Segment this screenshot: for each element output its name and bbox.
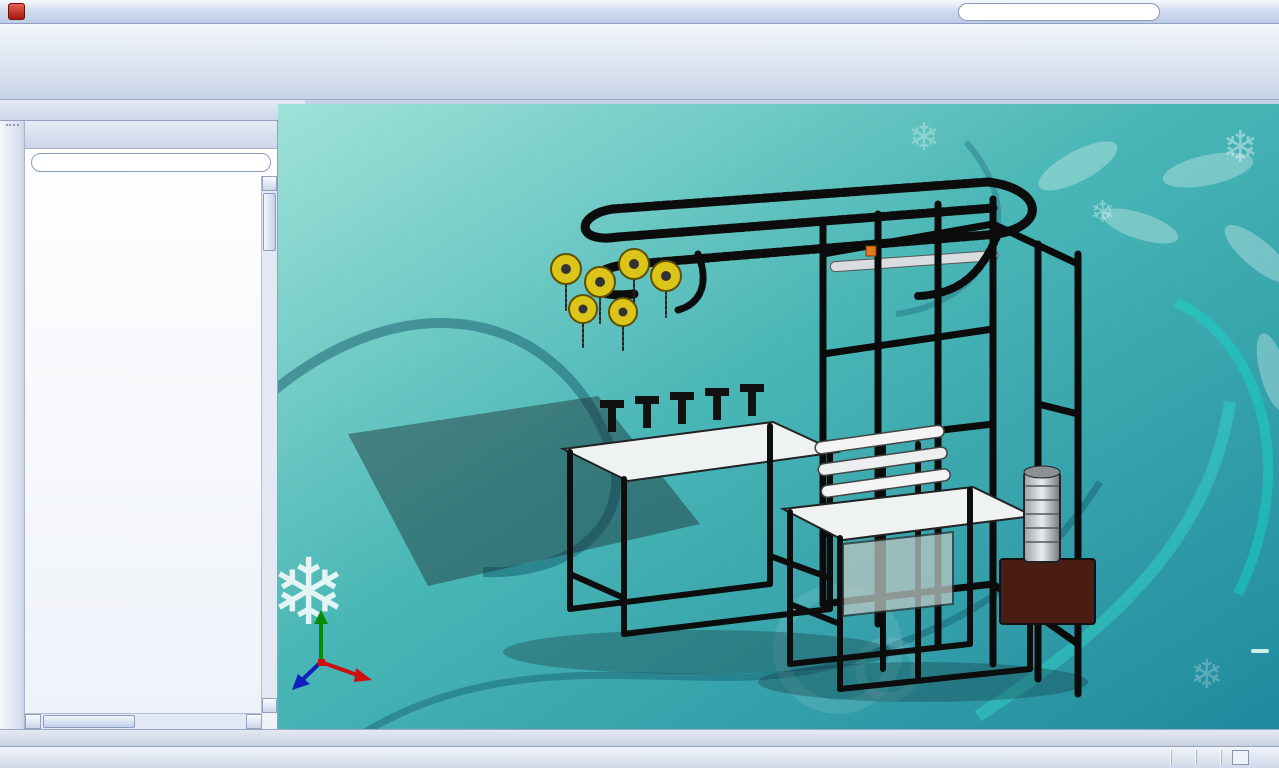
panel-tab-bar [25,121,277,149]
scroll-up-arrow[interactable] [262,176,277,191]
svg-text:❄: ❄ [1222,123,1259,172]
tree-horizontal-scrollbar[interactable] [25,713,262,729]
commandmanager-tabs [0,100,305,121]
tree-filter-input[interactable] [31,153,271,172]
svg-text:❄: ❄ [1090,196,1115,229]
views-toolbar [0,121,25,729]
scroll-down-arrow[interactable] [262,698,277,713]
logo-box-text [1251,649,1269,653]
model-tabs-bar [0,729,1279,746]
scroll-left-arrow[interactable] [25,714,41,729]
title-bar [0,0,1279,24]
toolbar-grip[interactable] [5,124,19,129]
tree-vertical-scrollbar[interactable] [261,176,277,713]
status-editing [1196,749,1221,766]
status-fully-defined [1171,749,1196,766]
graphics-viewport[interactable]: ❄ ❄ ❄ ❄ ❄ [278,104,1279,729]
app-logo [0,3,38,20]
solidworks-logo-icon [8,3,25,20]
svg-text:❄: ❄ [1190,653,1224,697]
feature-tree [27,176,262,713]
quick-tips-button[interactable] [1232,750,1249,765]
orientation-triad [292,610,372,690]
site-logo [1246,649,1269,656]
scroll-right-arrow[interactable] [246,714,262,729]
search-input[interactable] [958,3,1160,21]
featuremanager-panel [25,121,278,729]
svg-text:❄: ❄ [908,117,940,159]
horizontal-scroll-thumb[interactable] [43,715,135,728]
assembly-toolbar [0,24,1279,100]
vertical-scroll-thumb[interactable] [263,193,276,251]
status-bar [0,746,1279,768]
viewport-background: ❄ ❄ ❄ ❄ ❄ [278,104,1279,729]
